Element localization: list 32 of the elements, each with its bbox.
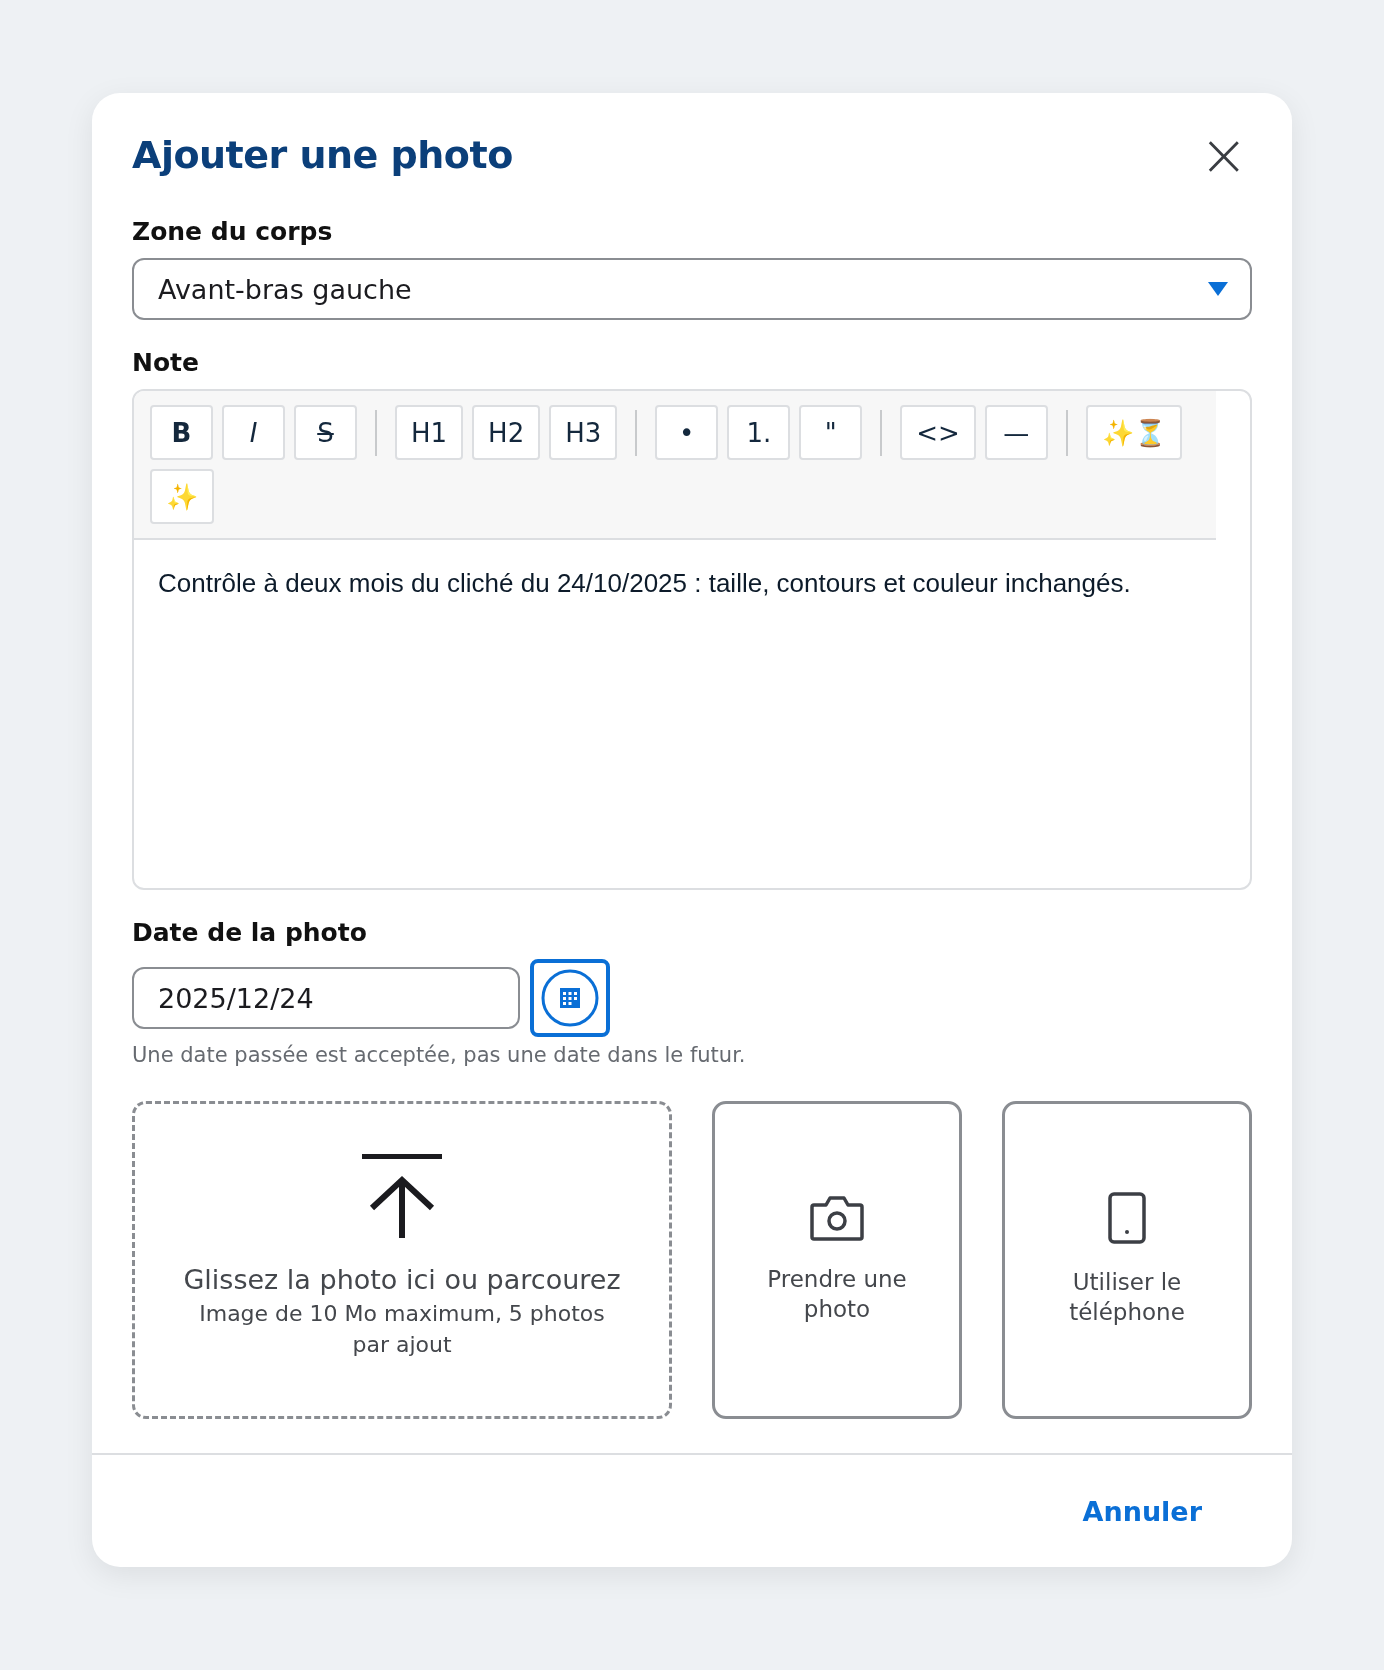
field-label: Note [132,348,200,377]
format-button[interactable]: S [294,405,357,460]
format-button[interactable]: 1. [727,405,791,460]
calendar-button[interactable] [530,959,610,1037]
dialog-title: Ajouter une photo [132,133,513,177]
note-text[interactable]: Contrôle à deux mois du cliché du 24/10/2025 : taille, contours et couleur inchangés. [134,540,1250,888]
format-button[interactable]: H3 [549,405,618,460]
phone-icon [1108,1192,1146,1245]
upload-option-button[interactable]: Utiliser le téléphone [1002,1101,1252,1419]
calendar-icon [540,968,600,1028]
format-button[interactable]: B [150,405,213,460]
drop-zone[interactable]: Glissez la photo ici ou parcourez Image de 10 Mo maximum, 5 photos par ajout [132,1101,672,1419]
hint-text: Une date passée est acceptée, pas une date dans le futur. [132,1043,747,1067]
format-button[interactable]: " [799,405,863,460]
close-button[interactable]: × [1195,126,1252,184]
drop-subtitle: Image de 10 Mo maximum, 5 photos par ajout [198,1300,606,1359]
caret-icon [1208,282,1228,296]
format-button[interactable]: I [222,405,285,460]
format-button[interactable]: • [655,405,719,460]
format-button[interactable]: H1 [395,405,464,460]
upload-icon [362,1154,442,1238]
date-field[interactable]: 2025/12/24 [132,967,520,1029]
body-zone-select[interactable]: Avant-bras gauche [132,258,1252,320]
field-label: Zone du corps [132,217,334,246]
field-label: Date de la photo [132,918,368,947]
format-button[interactable]: <> [900,405,976,460]
camera-icon [810,1195,864,1242]
format-button[interactable]: — [984,405,1048,460]
drop-title: Glissez la photo ici ou parcourez [183,1264,621,1295]
cancel-button[interactable]: Annuler [1076,1494,1208,1528]
format-button[interactable]: H2 [472,405,541,460]
upload-option-button[interactable]: Prendre une photo [712,1101,962,1419]
